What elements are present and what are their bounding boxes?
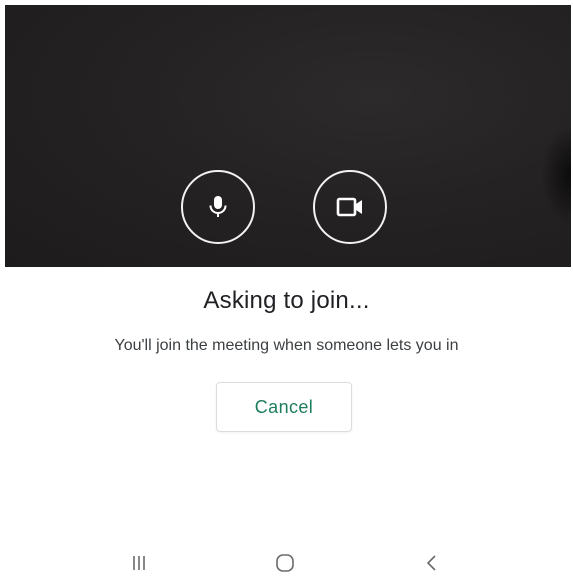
system-navigation-bar	[0, 548, 573, 578]
camera-preview	[5, 5, 571, 267]
video-camera-icon	[336, 197, 362, 217]
join-request-screen: Asking to join... You'll join the meetin…	[0, 0, 573, 585]
home-icon	[276, 554, 294, 572]
camera-toggle-button[interactable]	[313, 170, 387, 244]
preview-shadow	[541, 125, 571, 225]
home-button[interactable]	[265, 548, 305, 578]
asking-to-join-subtitle: You'll join the meeting when someone let…	[114, 337, 459, 354]
back-button[interactable]	[412, 548, 452, 578]
back-icon	[426, 555, 436, 571]
recent-apps-button[interactable]	[119, 548, 159, 578]
cancel-button[interactable]: Cancel	[216, 382, 352, 432]
microphone-icon	[209, 196, 227, 217]
recent-apps-icon	[133, 556, 145, 570]
asking-to-join-title: Asking to join...	[203, 287, 370, 314]
microphone-toggle-button[interactable]	[181, 170, 255, 244]
